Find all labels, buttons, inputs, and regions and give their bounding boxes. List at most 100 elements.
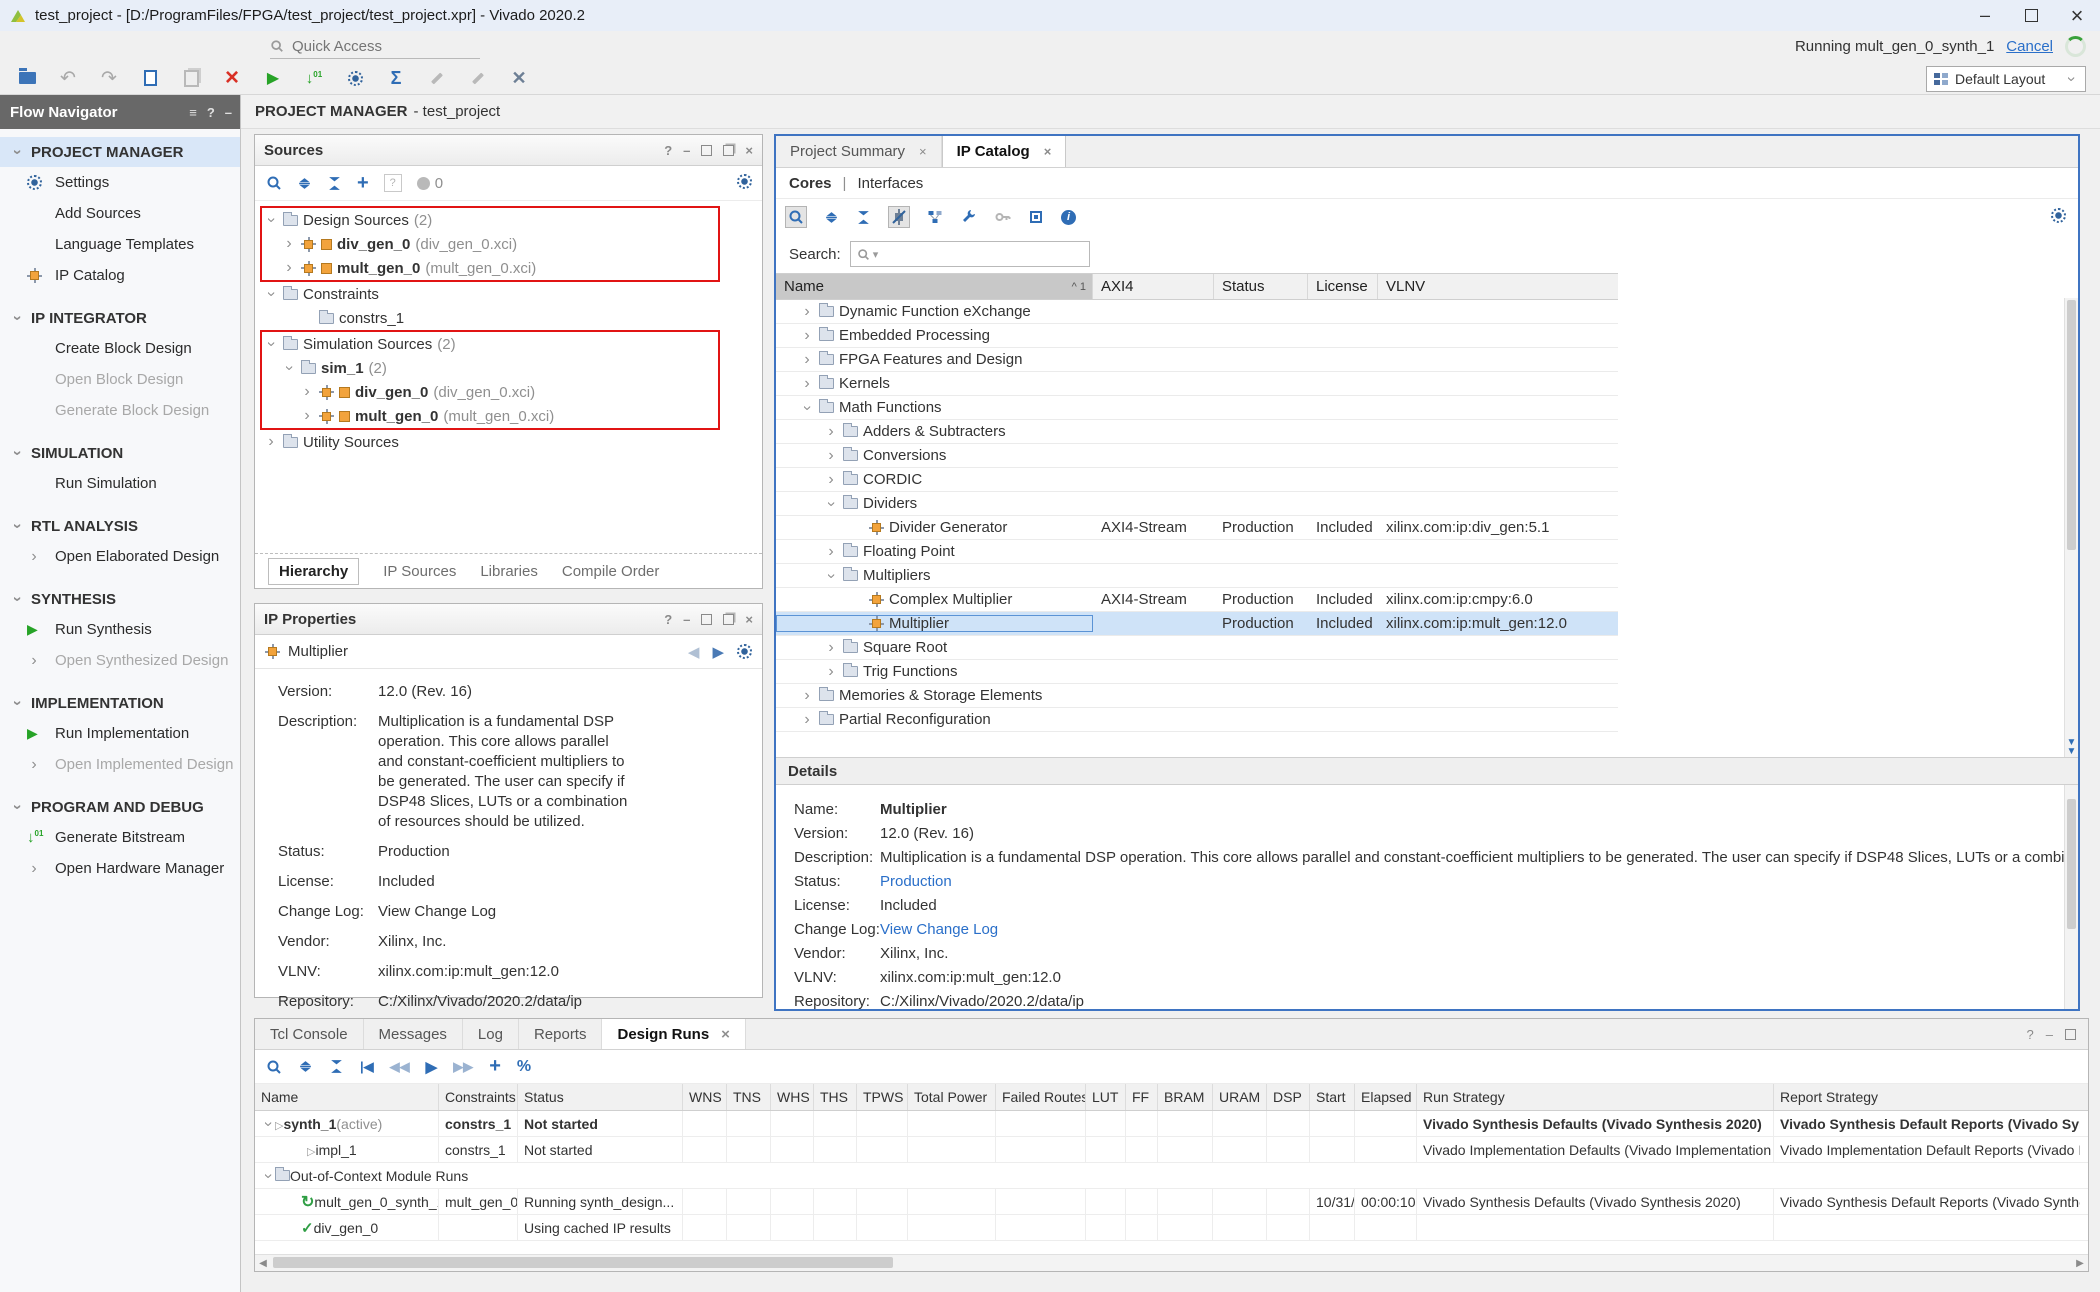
column-header[interactable]: Failed Routes — [996, 1084, 1086, 1110]
group-by-hierarchy-icon[interactable] — [927, 209, 944, 225]
maximize-panel-icon[interactable] — [701, 614, 712, 625]
design-run-row[interactable]: synth_1 (active) constrs_1 Not started V… — [255, 1111, 2088, 1137]
help-icon[interactable]: ? — [664, 612, 672, 627]
expander-icon[interactable] — [300, 384, 314, 400]
percent-icon[interactable]: % — [517, 1058, 531, 1076]
expander-icon[interactable] — [824, 424, 838, 440]
expander-icon[interactable] — [263, 287, 279, 301]
column-status[interactable]: Status — [1214, 274, 1308, 299]
expander-icon[interactable] — [824, 544, 838, 560]
expander-icon[interactable] — [800, 328, 814, 344]
flow-nav-item[interactable]: Generate Block Design — [0, 395, 240, 426]
change-log-link[interactable]: View Change Log — [378, 902, 496, 922]
tree-row-simulation-sources[interactable]: Simulation Sources(2) — [262, 332, 718, 356]
section-header[interactable]: RTL ANALYSIS — [0, 511, 240, 541]
maximize-icon[interactable] — [2008, 0, 2054, 31]
ip-catalog-row[interactable]: FPGA Features and Design — [776, 348, 1618, 372]
expander-icon[interactable] — [823, 569, 839, 583]
tab-reports[interactable]: Reports — [519, 1019, 603, 1049]
column-vlnv[interactable]: VLNV — [1378, 274, 1618, 299]
tab-design-runs[interactable]: Design Runs× — [602, 1019, 745, 1049]
tree-row-design-sources[interactable]: Design Sources(2) — [262, 208, 718, 232]
filter-compatible-icon[interactable] — [888, 206, 910, 228]
collapse-all-icon[interactable] — [298, 1059, 313, 1074]
ip-catalog-row[interactable]: Memories & Storage Elements — [776, 684, 1618, 708]
ip-catalog-row[interactable]: Embedded Processing — [776, 324, 1618, 348]
column-name[interactable]: Name^ 1 — [776, 274, 1093, 299]
create-run-icon[interactable]: + — [489, 1055, 501, 1078]
horizontal-scrollbar[interactable]: ◀ ▶ — [255, 1254, 2088, 1271]
expander-icon[interactable] — [282, 236, 296, 252]
expander-icon[interactable] — [263, 337, 279, 351]
change-log-link[interactable]: View Change Log — [880, 921, 998, 938]
scrollbar-thumb[interactable] — [2067, 300, 2076, 550]
column-header[interactable]: Report Strategy — [1774, 1084, 2080, 1110]
section-header[interactable]: SYNTHESIS — [0, 584, 240, 614]
info-icon[interactable]: i — [1061, 210, 1076, 225]
layout-selector[interactable]: Default Layout — [1926, 66, 2086, 92]
tab-tcl-console[interactable]: Tcl Console — [255, 1019, 364, 1049]
cancel-task-icon[interactable]: ✕ — [508, 67, 530, 89]
tab-messages[interactable]: Messages — [364, 1019, 463, 1049]
maximize-panel-icon[interactable] — [2065, 1029, 2076, 1040]
ip-catalog-row[interactable]: Square Root — [776, 636, 1618, 660]
expander-icon[interactable] — [800, 304, 814, 320]
ip-catalog-row[interactable]: Multiplier Production Included xilinx.co… — [776, 612, 1618, 636]
ip-catalog-row[interactable]: Kernels — [776, 372, 1618, 396]
open-project-icon[interactable] — [16, 67, 38, 89]
design-run-row[interactable]: Out-of-Context Module Runs — [255, 1163, 2088, 1189]
ip-catalog-row[interactable]: Trig Functions — [776, 660, 1618, 684]
column-header[interactable]: Start — [1310, 1084, 1355, 1110]
flow-nav-item[interactable]: Run Synthesis — [0, 614, 240, 645]
save-icon[interactable] — [139, 67, 161, 89]
flow-nav-item[interactable]: Settings — [0, 167, 240, 198]
column-header[interactable]: Constraints — [439, 1084, 518, 1110]
details-scrollbar[interactable] — [2064, 785, 2078, 1009]
close-icon[interactable]: × — [2054, 0, 2100, 31]
column-axi4[interactable]: AXI4 — [1093, 274, 1214, 299]
redo-icon[interactable]: ↷ — [98, 67, 120, 89]
column-header[interactable]: THS — [814, 1084, 857, 1110]
flow-nav-item[interactable]: Language Templates — [0, 229, 240, 260]
tree-row-div-gen-sim[interactable]: div_gen_0(div_gen_0.xci) — [262, 380, 718, 404]
ip-catalog-row[interactable]: Complex Multiplier AXI4-Stream Productio… — [776, 588, 1618, 612]
section-header[interactable]: SIMULATION — [0, 438, 240, 468]
column-header[interactable]: BRAM — [1158, 1084, 1213, 1110]
search-icon[interactable] — [266, 1059, 282, 1075]
close-tab-icon[interactable]: × — [1044, 144, 1052, 159]
close-panel-icon[interactable]: × — [745, 143, 753, 158]
ip-catalog-row[interactable]: Math Functions — [776, 396, 1618, 420]
expander-icon[interactable] — [260, 1169, 276, 1183]
help-icon[interactable]: ? — [664, 143, 672, 158]
section-header[interactable]: IP INTEGRATOR — [0, 303, 240, 333]
tree-row-constraints[interactable]: Constraints — [255, 282, 762, 306]
flow-nav-item[interactable]: Open Block Design — [0, 364, 240, 395]
column-header[interactable]: Elapsed — [1355, 1084, 1417, 1110]
properties-settings-icon[interactable] — [737, 644, 752, 659]
vertical-scrollbar[interactable]: ▼▼ — [2064, 298, 2078, 758]
section-header[interactable]: IMPLEMENTATION — [0, 688, 240, 718]
ip-catalog-row[interactable]: Divider Generator AXI4-Stream Production… — [776, 516, 1618, 540]
expander-icon[interactable] — [281, 361, 297, 375]
column-header[interactable]: Name — [255, 1084, 439, 1110]
flow-nav-item[interactable]: Generate Bitstream — [0, 822, 240, 853]
scroll-down-icon[interactable]: ▼▼ — [2065, 738, 2078, 756]
expander-icon[interactable] — [800, 352, 814, 368]
report-summary-icon[interactable]: Σ — [385, 67, 407, 89]
column-header[interactable]: FF — [1126, 1084, 1158, 1110]
expander-icon[interactable] — [800, 712, 814, 728]
flow-nav-item[interactable]: IP Catalog — [0, 260, 240, 291]
expander-icon[interactable] — [260, 1117, 276, 1131]
expander-icon[interactable] — [800, 376, 814, 392]
close-tab-icon[interactable]: × — [919, 144, 927, 159]
tab-ip-catalog[interactable]: IP Catalog× — [942, 136, 1067, 167]
expander-icon[interactable] — [282, 260, 296, 276]
flow-nav-item[interactable]: Create Block Design — [0, 333, 240, 364]
minimize-panel-icon[interactable]: – — [683, 612, 690, 627]
column-header[interactable]: Status — [518, 1084, 683, 1110]
tab-log[interactable]: Log — [463, 1019, 519, 1049]
scroll-left-icon[interactable]: ◀ — [255, 1255, 271, 1271]
flow-nav-item[interactable]: Open Synthesized Design — [0, 645, 240, 676]
tab-hierarchy[interactable]: Hierarchy — [268, 558, 359, 585]
reset-runs-icon[interactable]: |◀ — [360, 1059, 374, 1075]
